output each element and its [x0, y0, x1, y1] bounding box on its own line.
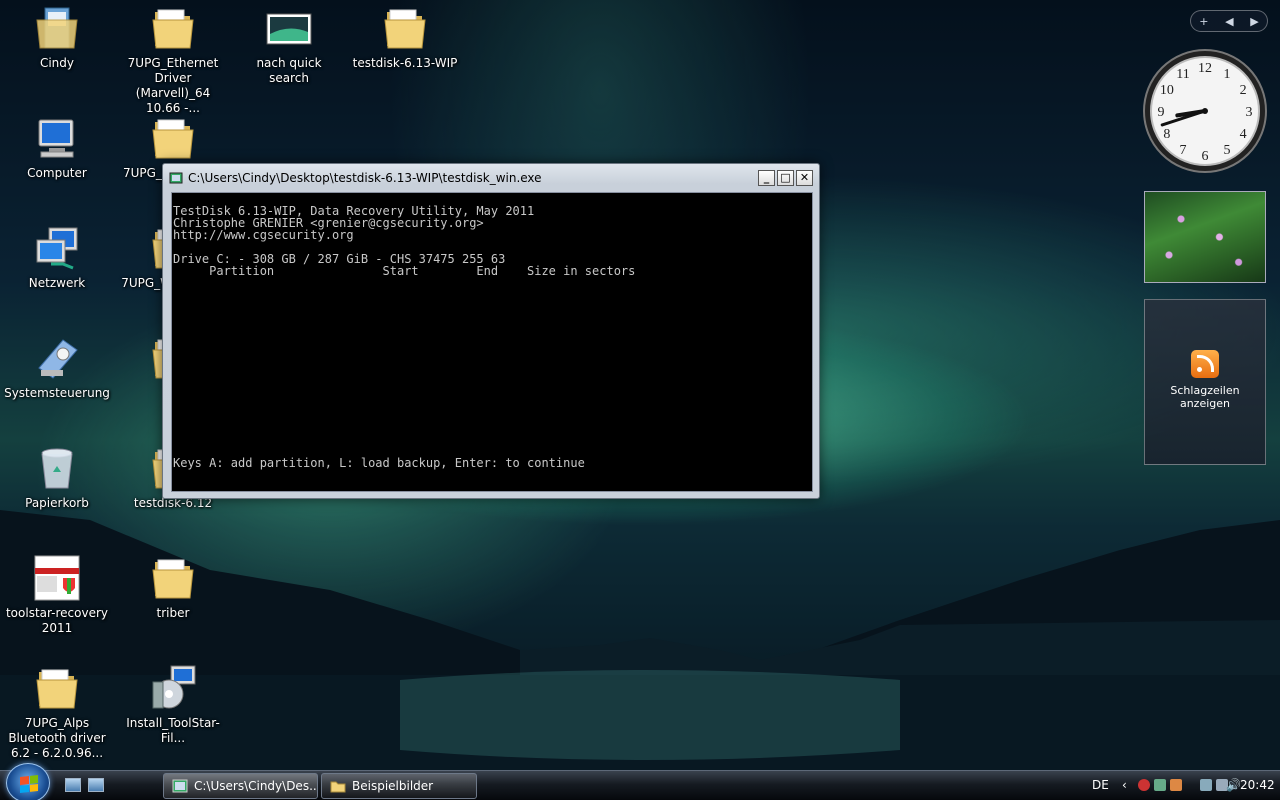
feed-headlines-label: Schlagzeilen anzeigen	[1170, 384, 1240, 410]
desktop-icon[interactable]: nach quick search	[234, 2, 344, 86]
add-gadget-button[interactable]: +	[1199, 15, 1208, 28]
testdisk-console-window[interactable]: C:\Users\Cindy\Desktop\testdisk-6.13-WIP…	[162, 163, 820, 499]
clock-number: 4	[1240, 127, 1247, 142]
desktop-icon-label: Netzwerk	[28, 276, 86, 290]
clock-number: 5	[1224, 143, 1231, 158]
desktop-icon-label: Papierkorb	[25, 496, 89, 510]
desktop-icon-label: Computer	[27, 166, 87, 180]
task-console[interactable]: C:\Users\Cindy\Des...	[163, 773, 318, 799]
windows-logo-icon	[20, 775, 38, 793]
desktop-icon[interactable]: Install_ToolStar-Fil...	[118, 662, 228, 746]
security-alert-icon[interactable]	[1138, 779, 1150, 791]
clock-number: 12	[1198, 61, 1212, 76]
start-button[interactable]	[6, 763, 50, 800]
console-title: C:\Users\Cindy\Desktop\testdisk-6.13-WIP…	[188, 171, 542, 185]
console-titlebar[interactable]: C:\Users\Cindy\Desktop\testdisk-6.13-WIP…	[163, 164, 819, 192]
clock-number: 6	[1202, 149, 1209, 164]
task-explorer[interactable]: Beispielbilder	[321, 773, 477, 799]
installer-icon	[149, 664, 197, 712]
computer-icon	[33, 114, 81, 162]
desktop-icon[interactable]: Systemsteuerung	[2, 332, 112, 401]
desktop-icon[interactable]: triber	[118, 552, 228, 621]
clock-number: 9	[1158, 105, 1165, 120]
volume-icon[interactable]: 🔊	[1226, 778, 1241, 792]
console-output[interactable]: TestDisk 6.13-WIP, Data Recovery Utility…	[171, 192, 813, 492]
software-box-icon	[33, 554, 81, 602]
clock-number: 10	[1160, 83, 1174, 98]
clock-number: 2	[1240, 83, 1247, 98]
clock-number: 3	[1246, 105, 1253, 120]
console-app-icon	[169, 172, 183, 184]
tray-expand-icon[interactable]: ‹	[1122, 778, 1127, 792]
tray-update-icon[interactable]	[1170, 779, 1182, 791]
desktop-icon-label: 7UPG_Alps Bluetooth driver 6.2 - 6.2.0.9…	[8, 716, 106, 760]
switch-windows-icon[interactable]	[88, 778, 104, 792]
rss-icon	[1191, 350, 1219, 378]
desktop-icon-label: Install_ToolStar-Fil...	[126, 716, 220, 745]
network-icon	[33, 224, 81, 272]
task-label: C:\Users\Cindy\Des...	[194, 779, 318, 793]
task-label: Beispielbilder	[352, 779, 434, 793]
folder-icon	[149, 114, 197, 162]
desktop-icon-label: nach quick search	[256, 56, 322, 85]
clock-gadget[interactable]: 12 12 3 45678 9 1011	[1142, 48, 1268, 174]
slideshow-gadget[interactable]	[1144, 191, 1266, 283]
folder-icon	[33, 664, 81, 712]
desktop-icon-label: toolstar-recovery 2011	[5, 606, 109, 635]
tray-app-icon[interactable]	[1154, 779, 1166, 791]
desktop-icon[interactable]: Netzwerk	[2, 222, 112, 291]
user-folder-icon	[33, 4, 81, 52]
console-icon	[172, 779, 188, 793]
desktop-icon[interactable]: Cindy	[2, 2, 112, 71]
clock-number: 1	[1224, 67, 1231, 82]
desktop-icon[interactable]: 7UPG_Alps Bluetooth driver 6.2 - 6.2.0.9…	[2, 662, 112, 761]
next-page-button[interactable]: ▶	[1250, 15, 1258, 28]
clock-number: 8	[1163, 127, 1170, 142]
desktop-icon-label: Systemsteuerung	[4, 386, 110, 400]
sidebar-controls: + ◀ ▶	[1190, 10, 1268, 32]
console-line: http://www.cgsecurity.org	[173, 228, 354, 242]
folder-icon	[381, 4, 429, 52]
console-line: Partition Start End Size in sectors	[173, 264, 636, 278]
close-button[interactable]: ✕	[796, 170, 813, 186]
desktop-icon[interactable]: toolstar-recovery 2011	[2, 552, 112, 636]
console-keys-hint: Keys A: add partition, L: load backup, E…	[173, 456, 585, 470]
folder-icon	[330, 781, 346, 793]
folder-icon	[149, 554, 197, 602]
language-indicator[interactable]: DE	[1092, 778, 1109, 792]
clock-number: 11	[1176, 67, 1189, 82]
maximize-button[interactable]: □	[777, 170, 794, 186]
desktop-icon-label: testdisk-6.13-WIP	[352, 56, 458, 70]
power-icon[interactable]	[1200, 779, 1212, 791]
prev-page-button[interactable]: ◀	[1225, 15, 1233, 28]
folder-icon	[149, 4, 197, 52]
feed-headlines-gadget[interactable]: Schlagzeilen anzeigen	[1144, 299, 1266, 465]
taskbar: C:\Users\Cindy\Des... Beispielbilder DE …	[0, 763, 1280, 800]
desktop-icon-label: triber	[156, 606, 190, 620]
clock-number: 7	[1180, 143, 1187, 158]
desktop-icon[interactable]: testdisk-6.13-WIP	[350, 2, 460, 71]
control-panel-icon	[33, 334, 81, 382]
desktop-icon[interactable]: Papierkorb	[2, 442, 112, 511]
desktop-icon-label: 7UPG_Ethernet Driver (Marvell)_64 10.66 …	[127, 56, 219, 115]
clock-time[interactable]: 20:42	[1240, 778, 1275, 792]
desktop-icon[interactable]: 7UPG_Ethernet Driver (Marvell)_64 10.66 …	[118, 2, 228, 116]
desktop-icon[interactable]: Computer	[2, 112, 112, 181]
image-file-icon	[265, 4, 313, 52]
recycle-bin-icon	[33, 444, 81, 492]
desktop-icon-label: Cindy	[39, 56, 75, 70]
minimize-button[interactable]: _	[758, 170, 775, 186]
show-desktop-icon[interactable]	[65, 778, 81, 792]
